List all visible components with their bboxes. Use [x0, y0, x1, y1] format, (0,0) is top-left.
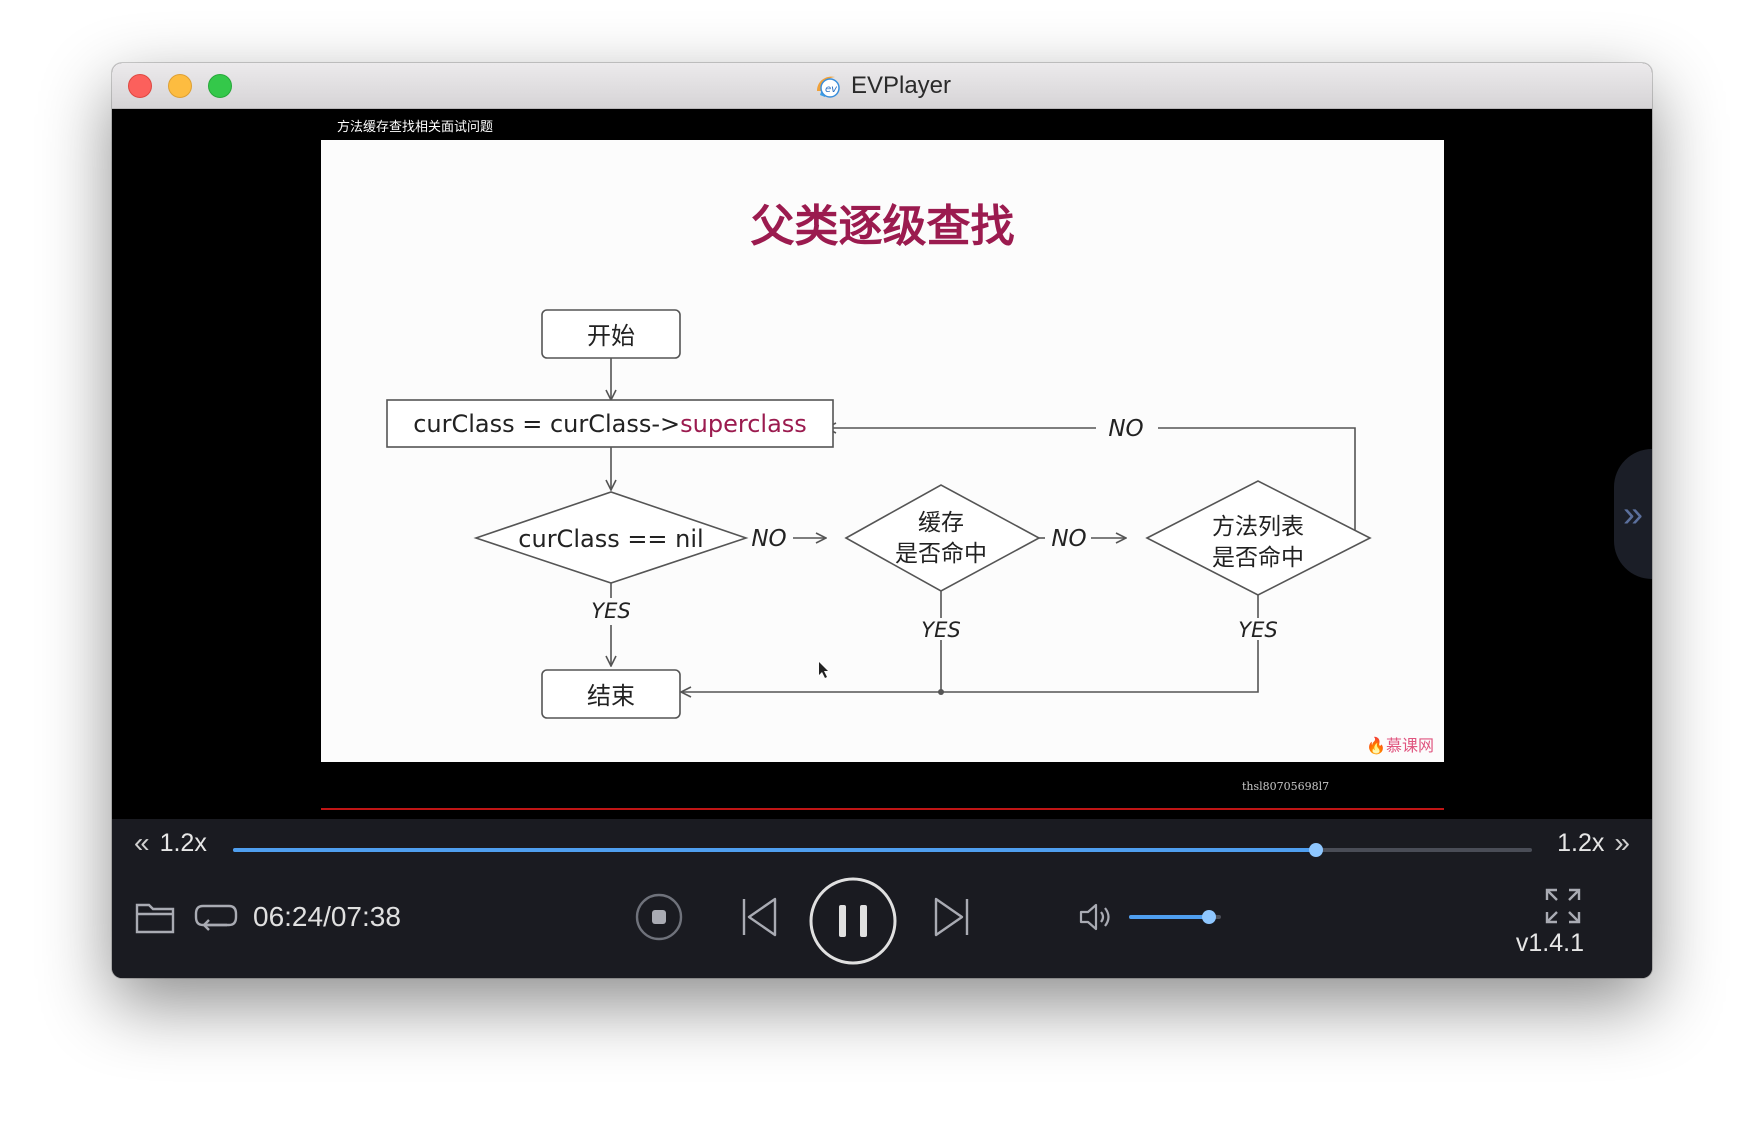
side-panel-toggle-icon: »	[1622, 493, 1644, 534]
volume-icon[interactable]	[1078, 901, 1118, 933]
app-title-text: EVPlayer	[850, 71, 952, 99]
volume-slider-knob[interactable]	[1202, 910, 1217, 924]
slide: 父类逐级查找 开始 curClass = curClass->superclas…	[321, 140, 1444, 762]
video-area[interactable]: 方法缓存查找相关面试问题 父类逐级查找 开始 curClass = curCla…	[112, 109, 1652, 819]
mouse-pointer-icon	[819, 662, 828, 678]
stop-icon[interactable]	[635, 893, 683, 941]
check-nil-label: curClass == nil	[518, 525, 703, 553]
cache-hit-label-line1: 缓存	[918, 510, 964, 536]
seek-bar[interactable]	[233, 843, 1532, 857]
rewind-double-chevron-icon[interactable]: «	[134, 827, 150, 859]
version-label: v1.4.1	[1515, 929, 1584, 957]
video-frame[interactable]: 方法缓存查找相关面试问题 父类逐级查找 开始 curClass = curCla…	[321, 112, 1444, 812]
start-node-label: 开始	[587, 322, 635, 350]
svg-text:ev: ev	[825, 84, 838, 95]
speed-left-label: 1.2x	[159, 828, 207, 857]
video-embedded-progress-line	[321, 808, 1444, 810]
seek-bar-knob[interactable]	[1309, 843, 1324, 857]
loop-icon[interactable]	[193, 899, 239, 933]
app-title: ev EVPlayer	[112, 63, 1652, 108]
end-node-label: 结束	[587, 682, 635, 710]
assign-superclass-label: curClass = curClass->superclass	[413, 410, 807, 438]
cache-hit-decision	[844, 484, 1041, 592]
seek-bar-fill	[233, 848, 1317, 852]
watermark: 🔥慕课网	[1366, 732, 1434, 756]
forward-double-chevron-icon[interactable]: »	[1614, 827, 1630, 859]
next-icon[interactable]	[932, 895, 972, 939]
speed-up-control[interactable]: 1.2x »	[1557, 827, 1630, 859]
method-list-label-line1: 方法列表	[1212, 514, 1304, 540]
cache-hit-label-line2: 是否命中	[895, 541, 987, 567]
title-bar[interactable]: ev EVPlayer	[112, 63, 1652, 109]
volume-slider[interactable]	[1129, 910, 1221, 924]
folder-icon[interactable]	[134, 899, 176, 935]
edge-label-yes-3: YES	[1238, 618, 1277, 642]
edge-label-no-loop: NO	[1108, 416, 1143, 442]
edge-label-yes-2: YES	[921, 618, 960, 642]
volume-slider-fill	[1129, 915, 1210, 919]
speed-right-label: 1.2x	[1557, 828, 1605, 857]
edge-label-yes-1: YES	[591, 599, 630, 623]
flame-icon: 🔥	[1366, 736, 1386, 755]
edge-label-no-1: NO	[751, 526, 786, 552]
control-bar: « 1.2x 1.2x » 06:24/07:38 v1.4.1	[112, 819, 1652, 978]
edge-label-no-2: NO	[1051, 526, 1086, 552]
previous-icon[interactable]	[739, 895, 779, 939]
time-readout: 06:24/07:38	[253, 901, 401, 932]
video-caption: 方法缓存查找相关面试问题	[337, 120, 494, 135]
fullscreen-icon[interactable]	[1544, 887, 1582, 925]
evplayer-logo-icon: ev	[816, 76, 840, 98]
watermark-text: 慕课网	[1385, 736, 1434, 755]
speed-down-control[interactable]: « 1.2x	[134, 827, 207, 859]
method-list-label-line2: 是否命中	[1212, 545, 1304, 571]
video-overlay-id: thsl80705698l7	[1242, 780, 1330, 793]
pause-icon[interactable]	[808, 876, 898, 966]
flowchart: 开始 curClass = curClass->superclass curCl…	[386, 309, 1372, 719]
side-panel-toggle[interactable]: »	[1614, 449, 1652, 579]
evplayer-window: ev EVPlayer 方法缓存查找相关面试问题 父类逐级查找 开始 curCl…	[112, 63, 1652, 978]
